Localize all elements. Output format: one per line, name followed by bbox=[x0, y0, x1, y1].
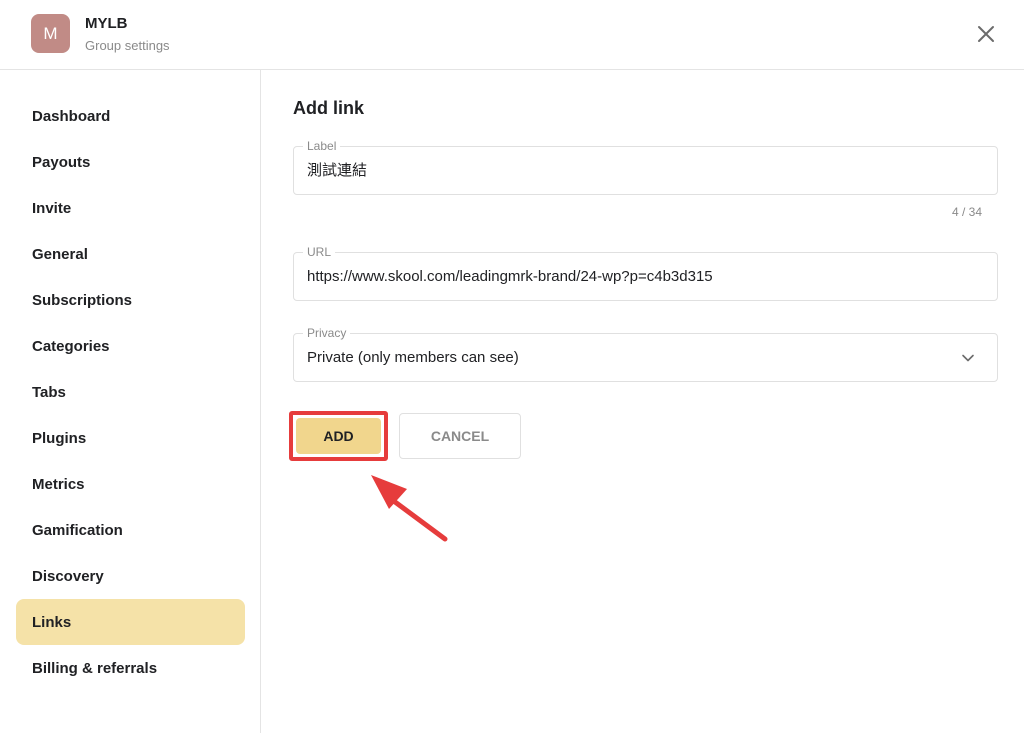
sidebar-item-metrics[interactable]: Metrics bbox=[16, 461, 245, 507]
sidebar-item-links[interactable]: Links bbox=[16, 599, 245, 645]
label-field-value[interactable]: 測試連結 bbox=[307, 147, 367, 194]
label-char-counter: 4 / 34 bbox=[952, 205, 983, 219]
url-field-value[interactable]: https://www.skool.com/leadingmrk-brand/2… bbox=[307, 253, 713, 300]
sidebar-item-label: Dashboard bbox=[32, 107, 111, 125]
sidebar-item-invite[interactable]: Invite bbox=[16, 185, 245, 231]
sidebar-item-plugins[interactable]: Plugins bbox=[16, 415, 245, 461]
sidebar-item-label: Categories bbox=[32, 337, 110, 355]
sidebar-item-label: Tabs bbox=[32, 383, 66, 401]
group-avatar: M bbox=[31, 14, 70, 53]
sidebar-item-dashboard[interactable]: Dashboard bbox=[16, 93, 245, 139]
sidebar-item-label: Subscriptions bbox=[32, 291, 133, 309]
privacy-select[interactable]: Privacy Private (only members can see) bbox=[293, 326, 998, 382]
group-settings-subtitle: Group settings bbox=[85, 38, 170, 53]
add-button[interactable]: ADD bbox=[296, 418, 381, 454]
sidebar-item-label: Metrics bbox=[32, 475, 85, 493]
sidebar-item-general[interactable]: General bbox=[16, 231, 245, 277]
sidebar-item-label: Links bbox=[32, 613, 72, 631]
sidebar-item-categories[interactable]: Categories bbox=[16, 323, 245, 369]
add-link-panel: Add link Label 測試連結 4 / 34 URL https://w… bbox=[262, 70, 1024, 733]
sidebar-item-tabs[interactable]: Tabs bbox=[16, 369, 245, 415]
page-title: Add link bbox=[293, 98, 364, 118]
sidebar-item-label: Discovery bbox=[32, 567, 104, 585]
sidebar-item-label: Billing & referrals bbox=[32, 659, 158, 677]
sidebar-item-gamification[interactable]: Gamification bbox=[16, 507, 245, 553]
cancel-button[interactable]: CANCEL bbox=[399, 413, 521, 459]
privacy-select-value: Private (only members can see) bbox=[307, 349, 519, 366]
sidebar-item-label: Gamification bbox=[32, 521, 123, 539]
close-icon[interactable] bbox=[975, 23, 997, 45]
sidebar-item-label: Payouts bbox=[32, 153, 91, 171]
settings-sidebar: Dashboard Payouts Invite General Subscri… bbox=[0, 70, 261, 733]
sidebar-item-discovery[interactable]: Discovery bbox=[16, 553, 245, 599]
sidebar-item-payouts[interactable]: Payouts bbox=[16, 139, 245, 185]
url-field[interactable]: URL https://www.skool.com/leadingmrk-bra… bbox=[293, 245, 998, 301]
sidebar-item-label: Invite bbox=[32, 199, 72, 217]
sidebar-item-label: Plugins bbox=[32, 429, 87, 447]
pointer-arrow-icon bbox=[371, 475, 448, 542]
sidebar-item-subscriptions[interactable]: Subscriptions bbox=[16, 277, 245, 323]
sidebar-item-billing-referrals[interactable]: Billing & referrals bbox=[16, 645, 245, 691]
group-name: MYLB bbox=[85, 15, 128, 32]
settings-header: M MYLB Group settings bbox=[0, 0, 1024, 70]
sidebar-item-label: General bbox=[32, 245, 88, 263]
label-field[interactable]: Label 測試連結 bbox=[293, 139, 998, 195]
chevron-down-icon[interactable] bbox=[961, 351, 975, 365]
